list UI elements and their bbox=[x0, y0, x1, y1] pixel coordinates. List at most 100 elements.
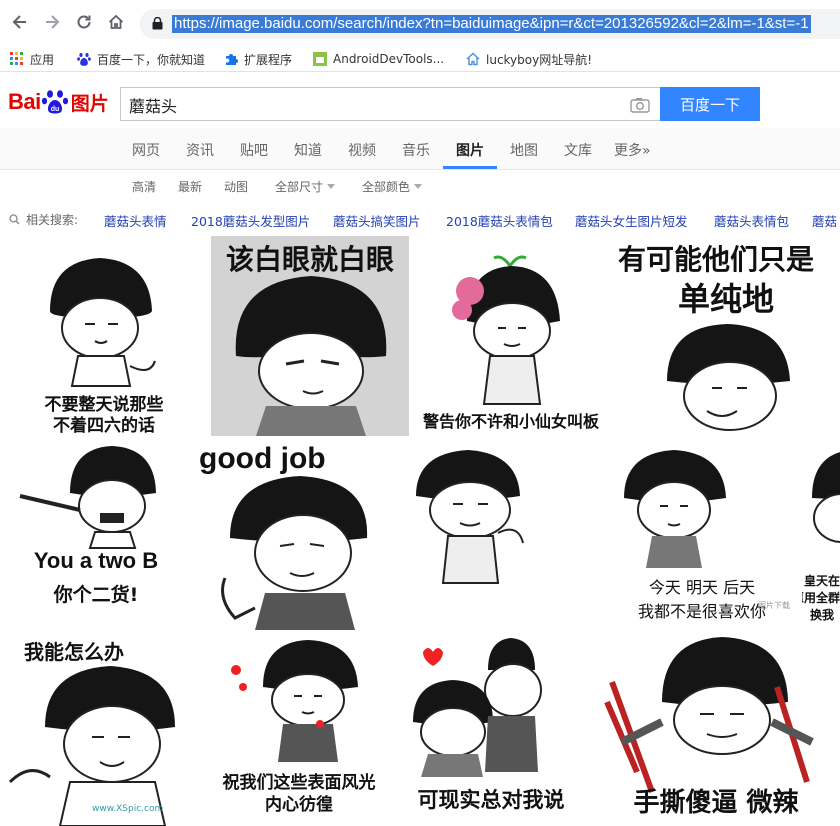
filter-latest[interactable]: 最新 bbox=[178, 178, 202, 195]
bookmark-apps[interactable]: 应用 bbox=[10, 49, 54, 69]
home-icon[interactable] bbox=[104, 10, 128, 34]
baidu-logo[interactable]: Bai du 图片 bbox=[8, 82, 109, 122]
image-result[interactable]: 有可能他们只是 单纯地 bbox=[612, 236, 840, 436]
tab-zhidao[interactable]: 知道 bbox=[294, 140, 322, 160]
image-result[interactable]: 不要整天说那些 不着四六的话 bbox=[0, 236, 208, 436]
apps-grid-icon bbox=[10, 52, 23, 65]
image-caption: 皇天在 bbox=[804, 574, 840, 588]
image-caption: good job bbox=[199, 442, 326, 475]
logo-text-bai: Bai bbox=[8, 89, 41, 114]
svg-text:du: du bbox=[50, 106, 59, 113]
mushroom-head-meme-image bbox=[452, 255, 560, 405]
image-caption: 有可能他们只是 bbox=[618, 243, 815, 276]
search-button[interactable]: 百度一下 bbox=[660, 87, 760, 121]
filter-label: 动图 bbox=[224, 180, 249, 194]
address-bar[interactable]: https://image.baidu.com/search/index?tn=… bbox=[140, 9, 840, 39]
tab-wenku[interactable]: 文库 bbox=[564, 140, 592, 160]
tab-web[interactable]: 网页 bbox=[132, 140, 160, 160]
image-caption: 警告你不许和小仙女叫板 bbox=[422, 412, 599, 431]
bookmark-label: 应用 bbox=[30, 52, 55, 67]
image-result[interactable]: 今天 明天 后天 我都不是很喜欢你 图片下载 bbox=[604, 438, 800, 630]
bookmark-extensions[interactable]: 扩展程序 bbox=[224, 49, 292, 69]
android-devtools-icon bbox=[313, 52, 327, 66]
url-text[interactable]: https://image.baidu.com/search/index?tn=… bbox=[172, 15, 811, 33]
image-caption: 换我 bbox=[810, 608, 835, 622]
bookmark-androiddevtools[interactable]: AndroidDevTools... bbox=[313, 49, 444, 69]
search-input[interactable] bbox=[129, 94, 619, 116]
filter-hd[interactable]: 高清 bbox=[132, 178, 156, 195]
filter-size-dropdown[interactable]: 全部尺寸 bbox=[275, 178, 336, 195]
image-caption: 不着四六的话 bbox=[53, 416, 155, 436]
image-caption: 你个二货! bbox=[53, 584, 139, 606]
browser-toolbar: https://image.baidu.com/search/index?tn=… bbox=[0, 0, 840, 46]
reload-icon[interactable] bbox=[72, 10, 96, 34]
related-link[interactable]: 蘑菇头女生图片短发 bbox=[575, 211, 688, 230]
bookmark-label: luckyboy网址导航! bbox=[486, 52, 593, 67]
image-result[interactable]: 可现实总对我说 bbox=[393, 632, 589, 826]
bookmark-baidu[interactable]: 百度一下，你就知道 bbox=[77, 49, 205, 69]
filter-label: 高清 bbox=[132, 180, 157, 194]
filter-label: 最新 bbox=[178, 180, 203, 194]
related-link[interactable]: 2018蘑菇头表情包 bbox=[446, 211, 553, 230]
image-result[interactable]: good job bbox=[195, 438, 405, 630]
bookmark-label: 扩展程序 bbox=[244, 52, 293, 67]
bookmark-label: AndroidDevTools... bbox=[333, 52, 445, 66]
image-result[interactable]: You a two B 你个二货! bbox=[0, 438, 192, 630]
tab-tieba[interactable]: 贴吧 bbox=[240, 140, 268, 160]
image-result[interactable]: 祝我们这些表面风光 内心彷徨 bbox=[208, 632, 390, 826]
image-caption: 今天 明天 后天 bbox=[648, 578, 756, 597]
tab-map[interactable]: 地图 bbox=[510, 140, 538, 160]
puzzle-icon bbox=[226, 54, 238, 65]
image-result[interactable]: 皇天在 我愿用全群 换我 bbox=[802, 438, 840, 630]
caret-down-icon bbox=[327, 184, 336, 189]
image-result[interactable]: 警告你不许和小仙女叫板 bbox=[412, 236, 610, 436]
search-icon bbox=[9, 214, 20, 225]
tab-video[interactable]: 视频 bbox=[348, 140, 376, 160]
related-link[interactable]: 蘑菇头搞笑图片 bbox=[333, 211, 421, 230]
bookmark-label: 百度一下，你就知道 bbox=[97, 52, 206, 67]
search-tabs: 网页 资讯 贴吧 知道 视频 音乐 图片 地图 文库 更多» bbox=[0, 128, 840, 170]
search-box bbox=[120, 87, 660, 121]
baidu-paw-icon: du bbox=[41, 90, 68, 114]
bookmarks-bar: 应用 百度一下，你就知道 扩展程序 AndroidDevTools... luc… bbox=[0, 46, 840, 72]
related-link[interactable]: 蘑菇 bbox=[812, 211, 837, 230]
image-caption: 手撕傻逼 微辣 bbox=[633, 788, 799, 818]
filter-color-dropdown[interactable]: 全部颜色 bbox=[362, 178, 423, 195]
image-result[interactable]: 手撕傻逼 微辣 bbox=[592, 632, 840, 826]
filter-label: 全部尺寸 bbox=[275, 180, 324, 194]
filter-animated[interactable]: 动图 bbox=[224, 178, 248, 195]
image-caption: 我愿用全群 bbox=[802, 591, 840, 605]
caret-down-icon bbox=[414, 184, 423, 189]
filter-label: 全部颜色 bbox=[362, 180, 411, 194]
camera-icon[interactable] bbox=[630, 97, 650, 113]
tab-images[interactable]: 图片 bbox=[456, 140, 484, 160]
image-watermark: 图片下载 bbox=[758, 601, 790, 610]
related-link[interactable]: 蘑菇头表情包 bbox=[714, 211, 789, 230]
image-result[interactable]: 我能怎么办 www.XSpic.com bbox=[0, 632, 206, 826]
arrow-right-icon[interactable] bbox=[40, 10, 64, 34]
mushroom-head-meme-image bbox=[408, 438, 598, 630]
image-caption: 该白眼就白眼 bbox=[225, 243, 394, 276]
filter-bar: 高清 最新 动图 全部尺寸 全部颜色 bbox=[0, 176, 840, 198]
image-caption: You a two B bbox=[33, 548, 159, 573]
bookmark-luckyboy[interactable]: luckyboy网址导航! bbox=[466, 49, 592, 69]
baidu-paw-icon bbox=[77, 53, 91, 66]
logo-text-pic: 图片 bbox=[70, 92, 109, 115]
image-caption: 单纯地 bbox=[677, 280, 774, 318]
image-result[interactable]: 该白眼就白眼 bbox=[211, 236, 409, 436]
home-outline-icon bbox=[466, 52, 480, 66]
tab-news[interactable]: 资讯 bbox=[186, 140, 214, 160]
active-tab-indicator bbox=[443, 166, 497, 169]
related-searches: 相关搜索: 蘑菇头表情 2018蘑菇头发型图片 蘑菇头搞笑图片 2018蘑菇头表… bbox=[0, 208, 840, 230]
image-caption: 可现实总对我说 bbox=[417, 788, 565, 812]
related-link[interactable]: 2018蘑菇头发型图片 bbox=[191, 211, 310, 230]
arrow-left-icon[interactable] bbox=[8, 10, 32, 34]
related-label: 相关搜索: bbox=[26, 213, 79, 227]
image-caption: 内心彷徨 bbox=[265, 795, 333, 815]
tab-music[interactable]: 音乐 bbox=[402, 140, 430, 160]
image-watermark: www.XSpic.com bbox=[92, 804, 164, 814]
tab-more[interactable]: 更多» bbox=[614, 140, 651, 160]
related-link[interactable]: 蘑菇头表情 bbox=[104, 211, 167, 230]
lock-icon bbox=[152, 17, 163, 30]
image-result[interactable] bbox=[408, 438, 598, 630]
